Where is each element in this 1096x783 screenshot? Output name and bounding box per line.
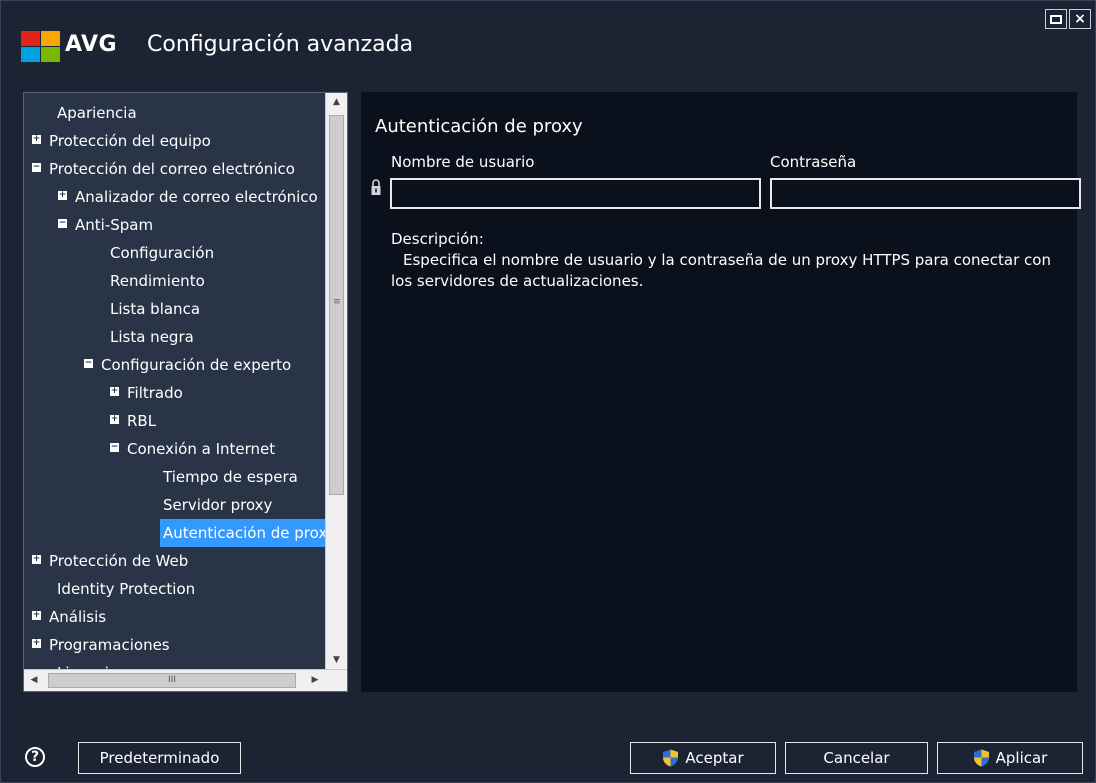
tree-item-label: Protección del equipo bbox=[49, 132, 211, 150]
default-button-label: Predeterminado bbox=[99, 749, 220, 767]
title-bar: AVG Configuración avanzada × bbox=[1, 1, 1096, 87]
accept-button-label: Aceptar bbox=[685, 749, 744, 767]
tree-item-anti-spam[interactable]: − Anti-Spam bbox=[24, 211, 326, 239]
scroll-down-arrow-icon[interactable]: ▼ bbox=[326, 651, 347, 669]
expand-plus-icon[interactable]: + bbox=[110, 415, 119, 424]
accept-button[interactable]: Aceptar bbox=[630, 742, 776, 774]
tree-item-configuracion-experto[interactable]: − Configuración de experto bbox=[24, 351, 326, 379]
collapse-minus-icon[interactable]: − bbox=[84, 359, 93, 368]
tree-item-label: Análisis bbox=[49, 608, 107, 626]
help-icon[interactable]: ? bbox=[25, 747, 45, 767]
tree-item-label: Configuración bbox=[110, 244, 215, 262]
settings-tree: Apariencia + Protección del equipo − Prote… bbox=[23, 92, 348, 692]
tree-item-label: Programaciones bbox=[49, 636, 170, 654]
scroll-left-arrow-icon[interactable]: ◀ bbox=[24, 670, 44, 691]
tree-horizontal-scrollbar[interactable]: ◀ III ▶ bbox=[24, 669, 347, 691]
tree-item-label: Tiempo de espera bbox=[163, 468, 298, 486]
close-button[interactable]: × bbox=[1069, 9, 1091, 29]
tree-item-label: Lista negra bbox=[110, 328, 194, 346]
username-label: Nombre de usuario bbox=[391, 153, 535, 171]
expand-plus-icon[interactable]: + bbox=[32, 555, 41, 564]
tree-item-analisis[interactable]: + Análisis bbox=[24, 603, 326, 631]
expand-plus-icon[interactable]: + bbox=[58, 191, 67, 200]
tree-item-filtrado[interactable]: + Filtrado bbox=[24, 379, 326, 407]
tree-item-label: Anti-Spam bbox=[75, 216, 154, 234]
default-button[interactable]: Predeterminado bbox=[78, 742, 241, 774]
tree-list: Apariencia + Protección del equipo − Prote… bbox=[24, 99, 326, 687]
tree-item-label: Analizador de correo electrónico bbox=[75, 188, 318, 206]
password-label: Contraseña bbox=[770, 153, 857, 171]
tree-item-label: Apariencia bbox=[57, 104, 137, 122]
cancel-button[interactable]: Cancelar bbox=[785, 742, 928, 774]
tree-item-identity-protection[interactable]: Identity Protection bbox=[24, 575, 326, 603]
tree-item-label: RBL bbox=[127, 412, 157, 430]
tree-item-proteccion-correo[interactable]: − Protección del correo electrónico bbox=[24, 155, 326, 183]
tree-item-label: Filtrado bbox=[127, 384, 183, 402]
close-icon: × bbox=[1074, 11, 1086, 27]
uac-shield-icon bbox=[663, 749, 679, 767]
brand-name: AVG bbox=[65, 32, 118, 57]
horizontal-scroll-thumb[interactable]: III bbox=[48, 673, 296, 688]
maximize-icon bbox=[1050, 14, 1062, 24]
tree-item-label: Configuración de experto bbox=[101, 356, 292, 374]
section-title: Autenticación de proxy bbox=[375, 116, 583, 137]
tree-item-label: Protección de Web bbox=[49, 552, 189, 570]
lock-icon bbox=[371, 179, 381, 195]
description-label: Descripción: bbox=[391, 230, 484, 248]
tree-item-rendimiento[interactable]: Rendimiento bbox=[24, 267, 326, 295]
window-controls: × bbox=[1043, 9, 1091, 29]
tree-item-servidor-proxy[interactable]: Servidor proxy bbox=[24, 491, 326, 519]
tree-item-label: Lista blanca bbox=[110, 300, 201, 318]
expand-plus-icon[interactable]: + bbox=[32, 135, 41, 144]
tree-item-analizador-correo[interactable]: + Analizador de correo electrónico bbox=[24, 183, 326, 211]
tree-vertical-scrollbar[interactable]: ▲ ≡ ▼ bbox=[325, 93, 347, 669]
window-title: Configuración avanzada bbox=[147, 32, 414, 57]
tree-item-autenticacion-proxy[interactable]: Autenticación de proxy bbox=[24, 519, 326, 547]
apply-button-label: Aplicar bbox=[995, 749, 1048, 767]
scroll-right-arrow-icon[interactable]: ▶ bbox=[305, 670, 325, 691]
expand-plus-icon[interactable]: + bbox=[110, 387, 119, 396]
tree-item-label: Protección del correo electrónico bbox=[49, 160, 295, 178]
tree-item-lista-blanca[interactable]: Lista blanca bbox=[24, 295, 326, 323]
scroll-up-arrow-icon[interactable]: ▲ bbox=[326, 93, 347, 111]
tree-item-lista-negra[interactable]: Lista negra bbox=[24, 323, 326, 351]
apply-button[interactable]: Aplicar bbox=[937, 742, 1083, 774]
cancel-button-label: Cancelar bbox=[823, 749, 890, 767]
expand-plus-icon[interactable]: + bbox=[32, 639, 41, 648]
tree-item-proteccion-web[interactable]: + Protección de Web bbox=[24, 547, 326, 575]
password-field[interactable] bbox=[770, 178, 1081, 209]
tree-item-rbl[interactable]: + RBL bbox=[24, 407, 326, 435]
tree-item-conexion-internet[interactable]: − Conexión a Internet bbox=[24, 435, 326, 463]
vertical-scroll-thumb[interactable]: ≡ bbox=[329, 115, 344, 495]
tree-item-label: Rendimiento bbox=[110, 272, 205, 290]
tree-item-label: Servidor proxy bbox=[163, 496, 273, 514]
grip-icon: ≡ bbox=[333, 297, 341, 307]
uac-shield-icon bbox=[973, 749, 989, 767]
tree-item-tiempo-espera[interactable]: Tiempo de espera bbox=[24, 463, 326, 491]
username-field[interactable] bbox=[390, 178, 761, 209]
tree-item-label: Identity Protection bbox=[57, 580, 196, 598]
tree-item-proteccion-equipo[interactable]: + Protección del equipo bbox=[24, 127, 326, 155]
avg-logo-icon bbox=[21, 31, 61, 63]
expand-plus-icon[interactable]: + bbox=[32, 611, 41, 620]
tree-item-label: Autenticación de proxy bbox=[160, 519, 326, 547]
collapse-minus-icon[interactable]: − bbox=[32, 163, 41, 172]
settings-content: Autenticación de proxy Nombre de usuario… bbox=[361, 92, 1081, 692]
tree-item-configuracion[interactable]: Configuración bbox=[24, 239, 326, 267]
collapse-minus-icon[interactable]: − bbox=[110, 443, 119, 452]
tree-item-label: Conexión a Internet bbox=[127, 440, 276, 458]
tree-item-programaciones[interactable]: + Programaciones bbox=[24, 631, 326, 659]
tree-item-apariencia[interactable]: Apariencia bbox=[24, 99, 326, 127]
description-text: Especifica el nombre de usuario y la con… bbox=[391, 251, 1051, 290]
collapse-minus-icon[interactable]: − bbox=[58, 219, 67, 228]
advanced-settings-window: AVG Configuración avanzada × Apariencia … bbox=[0, 0, 1096, 783]
maximize-button[interactable] bbox=[1045, 9, 1067, 29]
